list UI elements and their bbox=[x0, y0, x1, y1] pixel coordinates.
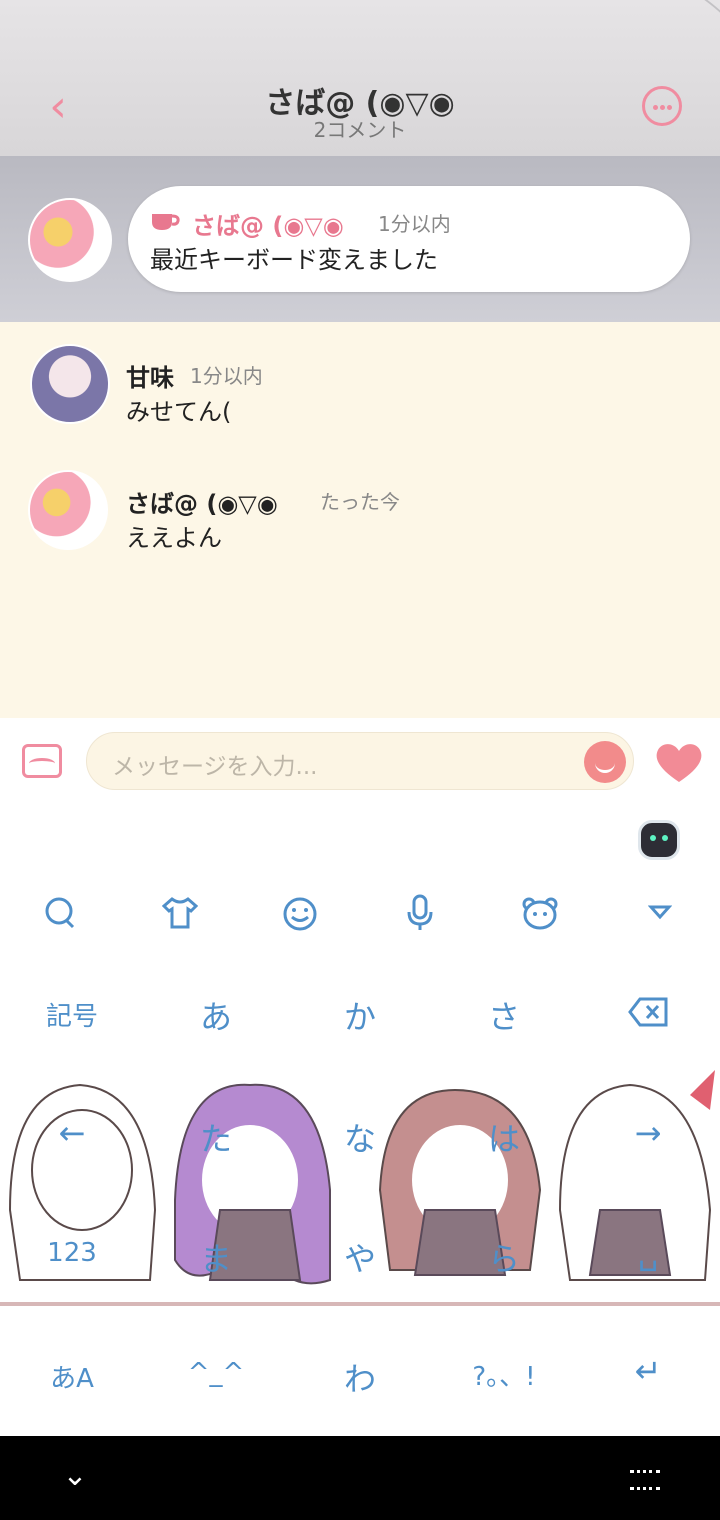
avatar[interactable] bbox=[28, 198, 112, 282]
avatar[interactable] bbox=[30, 344, 110, 424]
key-a[interactable]: あ bbox=[166, 992, 266, 1038]
coffee-cup-icon bbox=[152, 214, 180, 230]
message-placeholder: メッセージを入力... bbox=[112, 754, 318, 780]
ground-line bbox=[0, 1302, 720, 1306]
comment-count: 2コメント bbox=[313, 118, 407, 142]
comment-author: 甘味 bbox=[126, 364, 174, 392]
key-symbols[interactable]: 記号 bbox=[22, 996, 122, 1033]
key-ya[interactable]: や bbox=[310, 1234, 410, 1280]
key-left-arrow[interactable]: ← bbox=[22, 1114, 122, 1152]
back-chevron-icon[interactable]: ‹ bbox=[38, 82, 78, 132]
shirt-icon[interactable] bbox=[162, 896, 198, 930]
key-ha[interactable]: は bbox=[454, 1114, 554, 1160]
key-right-arrow[interactable]: → bbox=[598, 1114, 698, 1152]
search-icon[interactable] bbox=[44, 896, 76, 930]
key-wa[interactable]: わ bbox=[310, 1354, 410, 1400]
key-sa[interactable]: さ bbox=[454, 992, 554, 1038]
keyboard-switch-icon[interactable] bbox=[630, 1470, 660, 1490]
post-text: 最近キーボード変えました bbox=[150, 246, 438, 274]
smiley-icon[interactable] bbox=[282, 896, 318, 932]
backspace-icon[interactable] bbox=[628, 996, 670, 1028]
system-nav-bar bbox=[0, 1436, 720, 1520]
key-space[interactable]: ␣ bbox=[598, 1234, 698, 1272]
key-kaomoji[interactable]: ^_^ bbox=[166, 1358, 266, 1388]
hide-keyboard-chevron-icon[interactable]: ⌄ bbox=[60, 1458, 90, 1493]
comment-text: ええよん bbox=[126, 524, 222, 552]
key-enter[interactable]: ↵ bbox=[598, 1352, 698, 1390]
emoji-icon[interactable] bbox=[584, 741, 626, 783]
post-time: 1分以内 bbox=[378, 212, 451, 236]
key-ma[interactable]: ま bbox=[166, 1234, 266, 1280]
comment-time: 1分以内 bbox=[190, 364, 263, 388]
key-ta[interactable]: た bbox=[166, 1114, 266, 1160]
avatar[interactable] bbox=[28, 470, 108, 550]
comment-text: みせてん( bbox=[126, 398, 232, 426]
robot-mascot-icon[interactable] bbox=[638, 820, 680, 860]
key-na[interactable]: な bbox=[310, 1114, 410, 1160]
post-author: さば@ (◉▽◉ bbox=[192, 212, 344, 240]
key-ka[interactable]: か bbox=[310, 992, 410, 1038]
bear-icon[interactable] bbox=[522, 896, 558, 930]
comment-time: たった今 bbox=[320, 490, 400, 514]
collapse-icon[interactable] bbox=[648, 904, 672, 920]
more-options-icon[interactable] bbox=[642, 86, 682, 126]
mic-icon[interactable] bbox=[406, 894, 434, 932]
comment-author: さば@ (◉▽◉ bbox=[126, 490, 278, 518]
key-input-mode[interactable]: あA bbox=[22, 1358, 122, 1395]
key-punctuation[interactable]: ?。、! bbox=[454, 1356, 554, 1393]
image-icon[interactable] bbox=[22, 744, 62, 778]
key-ra[interactable]: ら bbox=[454, 1234, 554, 1280]
key-numbers[interactable]: 123 bbox=[22, 1238, 122, 1268]
heart-icon[interactable] bbox=[654, 740, 704, 784]
